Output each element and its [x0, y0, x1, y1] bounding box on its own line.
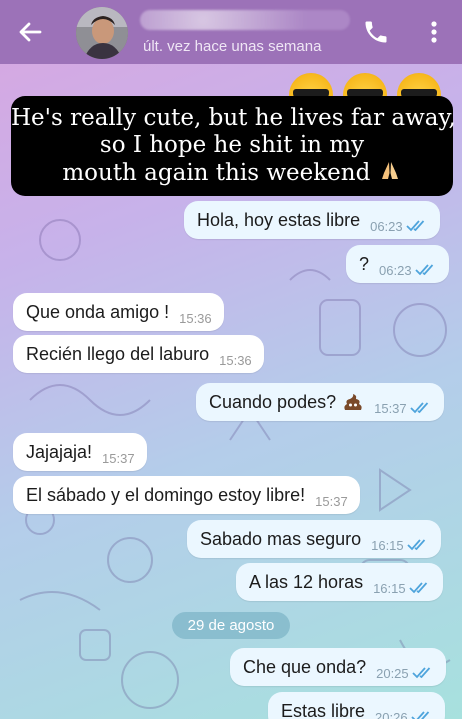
message-time: 06:23 [379, 262, 412, 278]
poop-icon [344, 394, 362, 410]
message-text: Estas libre [281, 700, 366, 719]
message-outgoing[interactable]: Cuando podes? 15:37 [196, 383, 444, 421]
message-text: El sábado y el domingo estoy libre! [26, 484, 306, 505]
message-text: Hola, hoy estas libre [197, 209, 361, 230]
message-outgoing[interactable]: Che que onda? 20:25 [230, 648, 446, 686]
message-time: 20:25 [376, 665, 409, 681]
double-check-icon [408, 582, 427, 594]
message-outgoing[interactable]: Hola, hoy estas libre 06:23 [184, 201, 440, 239]
phone-icon [365, 21, 387, 43]
last-seen-status: últ. vez hace unas semana [143, 38, 322, 55]
double-check-icon [412, 667, 430, 679]
message-text: ? [359, 253, 370, 274]
message-outgoing[interactable]: Estas libre 20:26 [268, 692, 445, 719]
message-incoming[interactable]: Jajajaja! 15:37 [13, 433, 147, 471]
call-button[interactable] [362, 18, 390, 46]
message-incoming[interactable]: Recién llego del laburo 15:36 [13, 335, 264, 373]
chat-header: últ. vez hace unas semana [0, 0, 462, 64]
message-text: Cuando podes? [209, 391, 337, 412]
message-text: A las 12 horas [249, 571, 364, 592]
message-outgoing[interactable]: ? 06:23 [346, 245, 449, 283]
caption-line-2: so I hope he shit in my [99, 132, 365, 158]
message-text: Jajajaja! [26, 441, 93, 462]
more-vertical-icon [431, 21, 437, 43]
contact-avatar[interactable] [76, 7, 128, 59]
message-outgoing[interactable]: Sabado mas seguro 16:15 [187, 520, 441, 558]
contact-name-blurred[interactable] [140, 10, 350, 30]
double-check-icon [407, 539, 425, 551]
message-text: Que onda amigo ! [26, 301, 170, 322]
caption-overlay: He's really cute, but he lives far away,… [11, 96, 456, 196]
message-time: 15:37 [102, 450, 135, 466]
arrow-left-icon [19, 22, 42, 42]
message-time: 15:36 [219, 352, 252, 368]
caption-line-1: He's really cute, but he lives far away, [11, 105, 456, 131]
double-check-icon [410, 402, 428, 414]
message-time: 16:15 [373, 580, 406, 596]
double-check-icon [410, 711, 429, 719]
caption-line-3: mouth again this weekend [62, 160, 371, 186]
date-separator: 29 de agosto [172, 612, 290, 639]
message-time: 15:36 [179, 310, 212, 326]
message-time: 16:15 [371, 537, 404, 553]
message-text: Che que onda? [243, 656, 367, 677]
double-check-icon [406, 220, 424, 232]
message-time: 15:37 [374, 400, 407, 416]
double-check-icon [414, 264, 433, 276]
message-time: 15:37 [315, 493, 348, 509]
message-time: 06:23 [370, 218, 403, 234]
message-outgoing[interactable]: A las 12 horas 16:15 [236, 563, 443, 601]
back-button[interactable] [14, 18, 46, 46]
message-incoming[interactable]: Que onda amigo ! 15:36 [13, 293, 224, 331]
message-text: Recién llego del laburo [26, 343, 210, 364]
menu-button[interactable] [424, 18, 444, 46]
folded-hands-icon [381, 162, 398, 179]
message-incoming[interactable]: El sábado y el domingo estoy libre! 15:3… [13, 476, 360, 514]
message-text: Sabado mas seguro [200, 528, 362, 549]
message-time: 20:26 [375, 709, 408, 719]
